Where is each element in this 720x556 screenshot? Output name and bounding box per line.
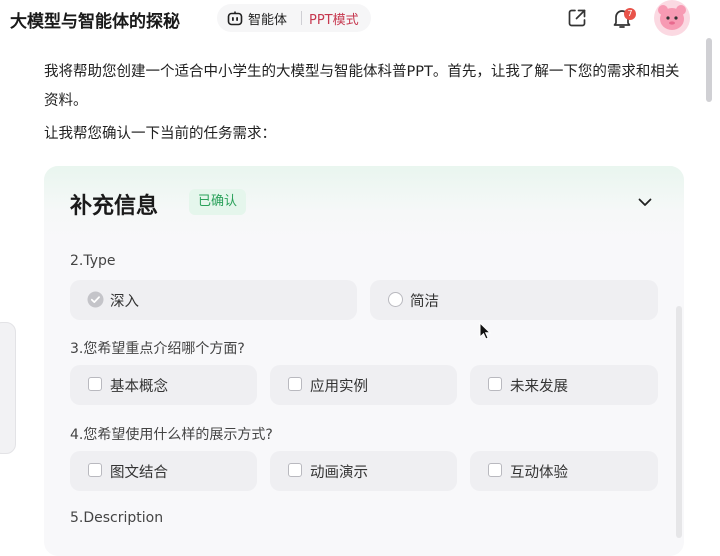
check-circle-icon — [87, 291, 104, 308]
side-panel-tab[interactable] — [0, 322, 16, 454]
option-animation[interactable]: 动画演示 — [270, 451, 457, 491]
option-basic-concepts[interactable]: 基本概念 — [70, 365, 257, 405]
question-focus-label: 3.您希望重点介绍哪个方面? — [70, 341, 245, 357]
chevron-down-icon[interactable] — [636, 193, 654, 211]
option-label: 互动体验 — [510, 465, 568, 481]
supplementary-info-card: 补充信息 已确认 2.Type 深入 简洁 3.您希望重点介绍哪个方面? 基本概… — [44, 166, 684, 556]
option-applications[interactable]: 应用实例 — [270, 365, 457, 405]
option-concise[interactable]: 简洁 — [370, 280, 658, 320]
checkbox[interactable] — [488, 463, 502, 477]
option-label: 动画演示 — [310, 465, 368, 481]
top-bar: 大模型与智能体的探秘 智能体 PPT模式 7 — [0, 0, 720, 36]
checkbox[interactable] — [88, 377, 102, 391]
option-future[interactable]: 未来发展 — [470, 365, 658, 405]
share-icon[interactable] — [566, 7, 588, 29]
checkbox[interactable] — [288, 463, 302, 477]
option-label: 图文结合 — [110, 465, 168, 481]
notification-badge: 7 — [624, 8, 636, 20]
card-header[interactable]: 补充信息 已确认 — [44, 166, 684, 242]
radio-button[interactable] — [388, 292, 403, 307]
avatar-face-icon — [658, 5, 686, 30]
option-deep[interactable]: 深入 — [70, 280, 357, 320]
checkbox[interactable] — [88, 463, 102, 477]
robot-icon — [227, 11, 243, 26]
card-scrollbar[interactable] — [676, 306, 682, 538]
option-label: 基本概念 — [110, 379, 168, 395]
checkbox[interactable] — [488, 377, 502, 391]
agent-label: 智能体 — [248, 13, 288, 28]
avatar[interactable] — [654, 0, 690, 36]
option-label: 应用实例 — [310, 379, 368, 395]
mouse-cursor-icon — [479, 322, 491, 340]
intro-text: 我将帮助您创建一个适合中小学生的大模型与智能体科普PPT。首先，让我了解一下您的… — [44, 64, 680, 109]
question-type-label: 2.Type — [70, 253, 116, 269]
option-label: 深入 — [110, 294, 139, 310]
question-description-label: 5.Description — [70, 510, 164, 526]
option-label: 未来发展 — [510, 379, 568, 395]
chip-divider — [301, 11, 302, 25]
mode-chip[interactable]: 智能体 PPT模式 — [217, 4, 371, 32]
status-badge: 已确认 — [189, 189, 247, 215]
option-image-text[interactable]: 图文结合 — [70, 451, 257, 491]
ppt-mode-label: PPT模式 — [309, 13, 359, 28]
option-label: 简洁 — [410, 294, 439, 310]
page-title: 大模型与智能体的探秘 — [10, 12, 180, 32]
card-title: 补充信息 — [70, 194, 159, 219]
confirm-prompt-text: 让我帮您确认一下当前的任务需求： — [44, 126, 276, 142]
checkbox[interactable] — [288, 377, 302, 391]
main-scrollbar[interactable] — [706, 38, 712, 102]
option-interactive[interactable]: 互动体验 — [470, 451, 658, 491]
question-display-label: 4.您希望使用什么样的展示方式? — [70, 427, 273, 443]
